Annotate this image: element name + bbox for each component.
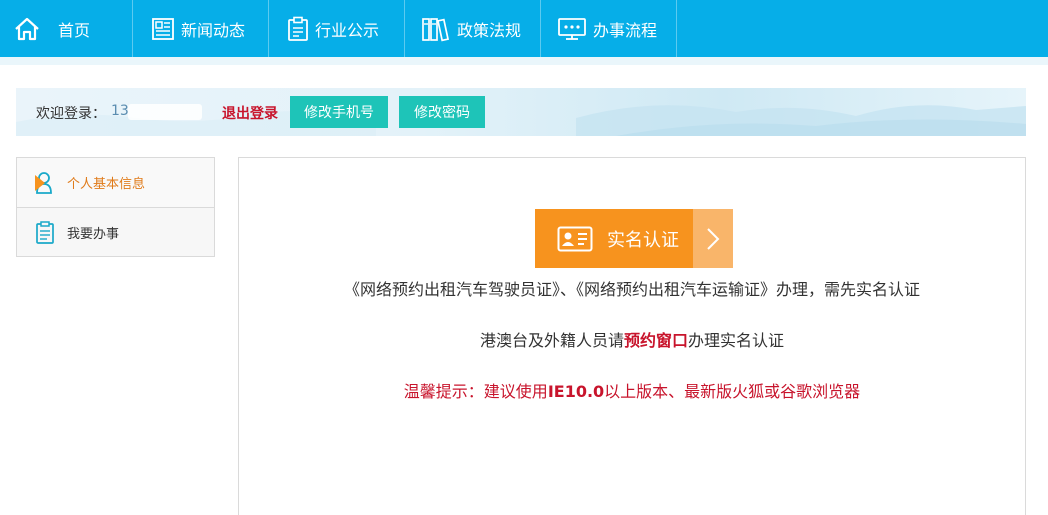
- nav-home-label: 首页: [58, 20, 91, 40]
- sidebar-item-label: 我要办事: [67, 227, 120, 242]
- browser-tip: 温馨提示：建议使用IE10.0以上版本、最新版火狐或谷歌浏览器: [239, 378, 1025, 402]
- clipboard-list-icon: [36, 220, 54, 244]
- change-password-button[interactable]: 修改密码: [399, 96, 485, 128]
- nav-news[interactable]: 新闻动态: [133, 0, 269, 57]
- welcome-label: 欢迎登录：: [36, 106, 106, 122]
- foreign-notice-pre: 港澳台及外籍人员请: [479, 331, 624, 350]
- verify-button-body: 实名认证: [535, 209, 693, 268]
- main-panel: 实名认证 《网络预约出租汽车驾驶员证》、《网络预约出租汽车运输证》办理，需先实名…: [238, 157, 1026, 515]
- user-phone: 13: [111, 103, 129, 119]
- clipboard-icon: [287, 16, 309, 42]
- nav-news-label: 新闻动态: [181, 20, 246, 40]
- phone-redaction: [128, 104, 202, 120]
- nav-policy[interactable]: 政策法规: [405, 0, 541, 57]
- newspaper-icon: [151, 17, 175, 41]
- home-icon: [14, 17, 40, 41]
- nav-policy-label: 政策法规: [457, 20, 522, 40]
- top-navigation: 首页 新闻动态 行业公示 政策法规 办事流程: [0, 0, 1048, 57]
- sidebar-item-services[interactable]: 我要办事: [17, 208, 214, 257]
- browser-tip-post: 以上版本、最新版火狐或谷歌浏览器: [604, 382, 861, 401]
- logout-link[interactable]: 退出登录: [222, 103, 278, 123]
- change-phone-button[interactable]: 修改手机号: [290, 96, 388, 128]
- triangle-right-icon: [35, 175, 45, 191]
- nav-underline: [0, 57, 1048, 65]
- nav-process[interactable]: 办事流程: [541, 0, 677, 57]
- foreign-notice: 港澳台及外籍人员请预约窗口办理实名认证: [239, 327, 1025, 351]
- sidebar-item-personal-info[interactable]: 个人基本信息: [17, 158, 214, 208]
- foreign-notice-post: 办理实名认证: [688, 331, 785, 350]
- browser-tip-pre: 温馨提示：建议使用: [403, 382, 548, 401]
- nav-home[interactable]: 首页: [0, 0, 133, 57]
- sidebar-item-label: 个人基本信息: [67, 177, 146, 192]
- verify-notice: 《网络预约出租汽车驾驶员证》、《网络预约出租汽车运输证》办理，需先实名认证: [343, 280, 920, 299]
- monitor-icon: [557, 17, 587, 41]
- nav-process-label: 办事流程: [593, 20, 658, 40]
- real-name-verify-button[interactable]: 实名认证: [535, 209, 735, 268]
- appointment-window-link[interactable]: 预约窗口: [624, 331, 688, 350]
- browser-tip-version: IE10.0: [547, 382, 605, 401]
- id-card-icon: [557, 226, 593, 251]
- nav-notice[interactable]: 行业公示: [269, 0, 405, 57]
- welcome-bar: 欢迎登录： 13 退出登录 修改手机号 修改密码: [16, 88, 1026, 136]
- nav-notice-label: 行业公示: [315, 20, 380, 40]
- verify-button-label: 实名认证: [607, 229, 679, 251]
- chevron-right-icon: [693, 209, 733, 268]
- sidebar: 个人基本信息 我要办事: [16, 157, 215, 257]
- books-icon: [421, 16, 451, 42]
